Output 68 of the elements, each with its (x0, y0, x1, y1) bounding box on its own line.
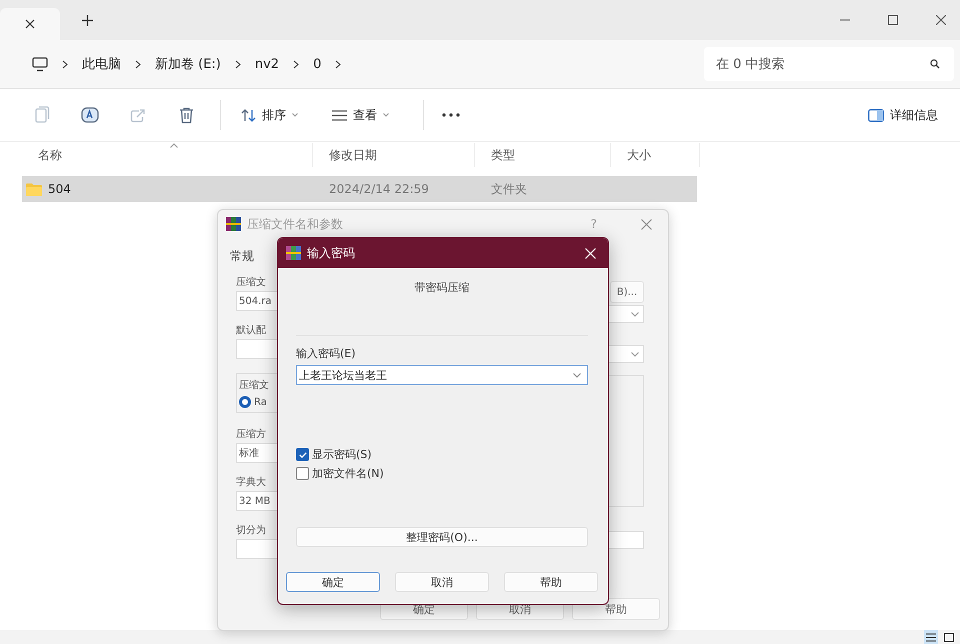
search-field[interactable]: 在 0 中搜索 (704, 47, 954, 81)
dialog-button[interactable]: 确定 (286, 572, 380, 592)
rename-icon[interactable] (81, 107, 99, 123)
close-icon[interactable] (25, 19, 35, 29)
tab[interactable]: 常规 (230, 249, 254, 263)
chevron-icon[interactable] (335, 60, 342, 68)
details-button[interactable]: 详细信息 (858, 102, 948, 128)
dialog-heading: 带密码压缩 (414, 280, 470, 295)
checkbox-label: 显示密码(S) (312, 447, 372, 462)
books-icon (286, 246, 301, 260)
dialog-title: 输入密码 (307, 244, 355, 262)
breadcrumb-item[interactable]: nv2 (254, 56, 280, 72)
field-label: 压缩方 (236, 428, 267, 441)
caret-icon (292, 113, 298, 117)
table-cell-text: 文件夹 (490, 180, 528, 198)
dialog-title: 压缩文件名和参数 (247, 216, 343, 232)
file-name: 504 (48, 182, 71, 196)
password-field[interactable]: 上老王论坛当老王 (296, 365, 588, 385)
field-label: 默认配 (236, 324, 267, 337)
column-header[interactable]: 名称 (22, 143, 313, 167)
books-icon (226, 217, 241, 231)
add-tab-icon[interactable] (82, 14, 93, 26)
dialog-button[interactable]: 取消 (395, 572, 489, 592)
group-label: 压缩文 (239, 378, 270, 392)
field-label: 切分为 (236, 524, 267, 537)
chevron-icon[interactable] (293, 60, 300, 68)
caret-icon (573, 372, 581, 378)
maximize-icon[interactable] (888, 15, 898, 25)
details-view-icon[interactable] (924, 630, 938, 644)
field-label: 压缩文 (236, 276, 267, 289)
chevron-icon[interactable] (62, 60, 68, 68)
radio-button[interactable] (239, 396, 251, 408)
sort-arrows-icon (241, 108, 256, 122)
lines-icon (332, 110, 347, 120)
radio-label: Ra (254, 396, 267, 408)
breadcrumb-item[interactable]: 0 (313, 56, 322, 72)
more-icon[interactable] (442, 113, 460, 117)
table-cell-text: 2024/2/14 22:59 (328, 182, 430, 196)
caret-icon (631, 352, 639, 356)
browse-button[interactable]: B)... (610, 281, 644, 303)
field-label: 字典大 (236, 476, 267, 489)
sort-caret-icon (170, 143, 178, 148)
tiles-view-icon[interactable] (942, 630, 956, 644)
organize-passwords-button[interactable]: 整理密码(O)... (296, 527, 588, 547)
chevron-icon[interactable] (135, 60, 141, 68)
close-icon[interactable] (936, 15, 946, 25)
checkbox[interactable] (296, 448, 309, 461)
search-icon[interactable] (930, 59, 940, 69)
checkbox[interactable] (296, 467, 309, 480)
column-header[interactable]: 大小 (611, 143, 700, 167)
details-pane-icon (868, 108, 884, 122)
column-header[interactable]: 修改日期 (313, 143, 475, 167)
sort-button[interactable]: 排序 (231, 102, 308, 128)
check-icon (298, 452, 306, 458)
dialog-button[interactable]: 帮助 (504, 572, 598, 592)
field-label: 输入密码(E) (296, 346, 357, 361)
checkbox-label: 加密文件名(N) (312, 466, 384, 481)
caret-icon (631, 312, 639, 316)
breadcrumb-item[interactable]: 此电脑 (82, 55, 121, 73)
delete-icon[interactable] (178, 106, 194, 124)
computer-icon[interactable] (32, 56, 48, 72)
column-header[interactable]: 类型 (475, 143, 611, 167)
view-button[interactable]: 查看 (322, 102, 399, 128)
file-row[interactable]: 504 2024/2/14 22:59 文件夹 (22, 176, 697, 202)
caret-icon (383, 113, 389, 117)
breadcrumb-item[interactable]: 新加卷 (E:) (155, 55, 221, 73)
chevron-icon[interactable] (234, 60, 241, 68)
folder-icon (26, 182, 42, 196)
